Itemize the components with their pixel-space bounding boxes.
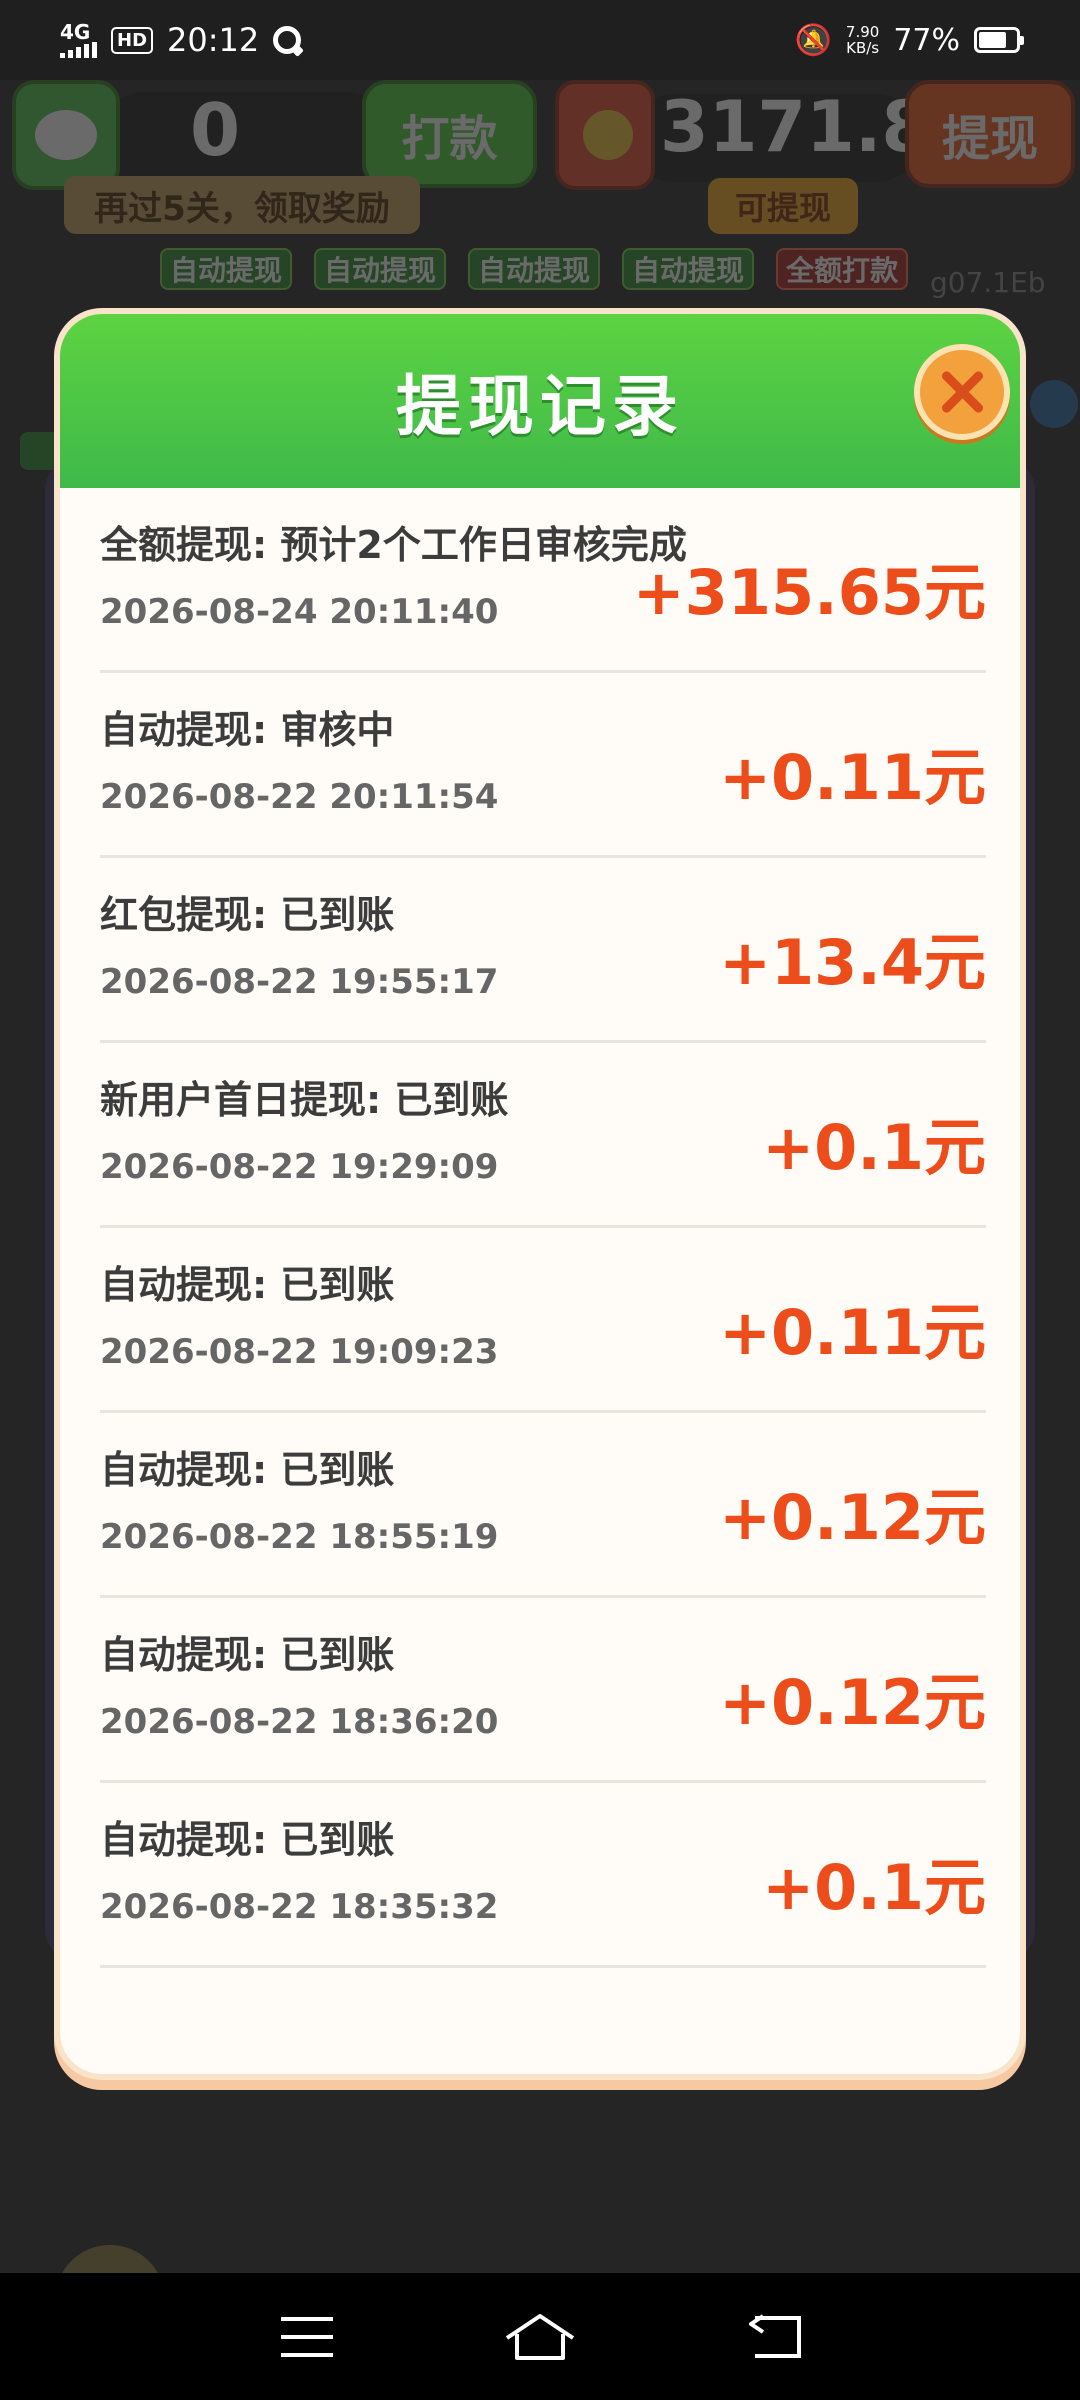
record-title: 自动提现: 已到账 [100, 1448, 395, 1492]
record-amount: +0.1元 [762, 1111, 986, 1184]
tag-item: 自动提现 [314, 248, 447, 290]
record-time: 2026-08-22 19:29:09 [100, 1147, 499, 1187]
version-label: g07.1Eb [930, 266, 1046, 299]
cash-counter [100, 92, 390, 182]
tag-item: 自动提现 [622, 248, 755, 290]
record-amount: +0.12元 [719, 1666, 986, 1739]
level-hint: 再过5关，领取奖励 [64, 176, 420, 234]
record-row: 自动提现: 已到账 2026-08-22 19:09:23 +0.11元 [100, 1228, 986, 1413]
record-row: 自动提现: 已到账 2026-08-22 18:36:20 +0.12元 [100, 1598, 986, 1783]
network-speed-unit: KB/s [846, 39, 880, 57]
record-time: 2026-08-24 20:11:40 [100, 592, 499, 632]
tag-item: 自动提现 [160, 248, 293, 290]
record-row: 全额提现: 预计2个工作日审核完成 2026-08-24 20:11:40 +3… [100, 488, 986, 673]
red-packet-icon [555, 80, 655, 190]
clock: 20:12 [167, 21, 260, 59]
back-icon [749, 2313, 802, 2358]
battery-icon [974, 27, 1024, 53]
status-bar: 4G HD 20:12 🔕 7.90 KB/s 77% [0, 0, 1080, 80]
available-label: 可提现 [708, 178, 858, 234]
record-title: 自动提现: 审核中 [100, 708, 395, 752]
record-title: 全额提现: 预计2个工作日审核完成 [100, 523, 687, 567]
menu-button[interactable] [267, 2297, 347, 2377]
home-button[interactable] [500, 2297, 580, 2377]
record-title: 自动提现: 已到账 [100, 1818, 395, 1862]
side-icon [1030, 380, 1078, 428]
record-list[interactable]: 全额提现: 预计2个工作日审核完成 2026-08-24 20:11:40 +3… [100, 488, 986, 1968]
menu-icon [280, 2316, 333, 2357]
withdraw-button: 提现 [905, 80, 1075, 188]
record-time: 2026-08-22 18:35:32 [100, 1887, 499, 1927]
modal-title: 提现记录 [396, 368, 684, 445]
hd-badge: HD [111, 26, 154, 54]
record-row: 自动提现: 已到账 2026-08-22 18:35:32 +0.1元 [100, 1783, 986, 1968]
pay-button: 打款 [362, 80, 537, 188]
auto-withdraw-tags: 自动提现 自动提现 自动提现 自动提现 全额打款 [160, 248, 909, 290]
record-row: 新用户首日提现: 已到账 2026-08-22 19:29:09 +0.1元 [100, 1043, 986, 1228]
network-speed: 7.90 KB/s [845, 22, 880, 57]
tag-item: 全额打款 [776, 248, 909, 290]
back-button[interactable] [733, 2297, 813, 2377]
signal-icon: 4G [60, 22, 97, 58]
network-type: 4G [60, 20, 91, 44]
record-time: 2026-08-22 19:55:17 [100, 962, 499, 1002]
battery-percent: 77% [893, 22, 960, 58]
navigation-bar [0, 2273, 1080, 2400]
cash-count: 0 [190, 88, 241, 172]
record-row: 自动提现: 审核中 2026-08-22 20:11:54 +0.11元 [100, 673, 986, 858]
record-row: 自动提现: 已到账 2026-08-22 18:55:19 +0.12元 [100, 1413, 986, 1598]
record-title: 红包提现: 已到账 [100, 893, 395, 937]
record-amount: +13.4元 [719, 926, 986, 999]
home-icon [505, 2313, 575, 2360]
record-amount: +0.1元 [762, 1851, 986, 1924]
wechat-icon [12, 80, 120, 190]
record-amount: +315.65元 [632, 556, 986, 629]
app-notification-icon [273, 26, 302, 54]
record-title: 新用户首日提现: 已到账 [100, 1078, 509, 1122]
record-amount: +0.12元 [719, 1481, 986, 1554]
record-title: 自动提现: 已到账 [100, 1263, 395, 1307]
record-row: 红包提现: 已到账 2026-08-22 19:55:17 +13.4元 [100, 858, 986, 1043]
modal-header: 提现记录 [60, 314, 1020, 488]
record-time: 2026-08-22 18:55:19 [100, 1517, 499, 1557]
record-time: 2026-08-22 19:09:23 [100, 1332, 499, 1372]
record-amount: +0.11元 [719, 1296, 986, 1369]
record-time: 2026-08-22 20:11:54 [100, 777, 499, 817]
mute-bell-icon: 🔕 [794, 22, 832, 58]
close-button[interactable] [914, 344, 1010, 440]
record-title: 自动提现: 已到账 [100, 1633, 395, 1677]
network-speed-value: 7.90 [845, 22, 880, 41]
close-icon [937, 367, 987, 417]
tag-item: 自动提现 [468, 248, 601, 290]
record-amount: +0.11元 [719, 741, 986, 814]
withdraw-records-modal: 提现记录 全额提现: 预计2个工作日审核完成 2026-08-24 20:11:… [54, 308, 1026, 2080]
record-time: 2026-08-22 18:36:20 [100, 1702, 499, 1742]
